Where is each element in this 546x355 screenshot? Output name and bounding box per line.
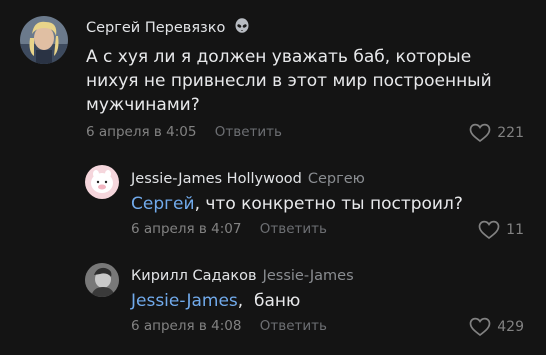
like-count: 429 [497, 319, 524, 335]
comment-meta: 6 апреля в 4:08 Ответить [131, 318, 327, 334]
mention-link[interactable]: Jessie-James [131, 291, 238, 311]
mention-link[interactable]: Сергей [131, 194, 195, 214]
reply-button[interactable]: Ответить [260, 318, 327, 334]
comment-text: Сергей, что конкретно ты построил? [131, 192, 521, 216]
like-count: 11 [506, 222, 524, 238]
like-count: 221 [497, 125, 524, 141]
author-name[interactable]: Кирилл Садаков [131, 268, 257, 284]
like-button[interactable]: 429 [469, 317, 524, 337]
reply-to-name[interactable]: Jessie-James [263, 268, 354, 284]
comment-date[interactable]: 6 апреля в 4:05 [86, 124, 196, 140]
comment-date[interactable]: 6 апреля в 4:07 [131, 221, 241, 237]
comment-author[interactable]: Кирилл Садаков Jessie-James [131, 268, 354, 284]
comment-author[interactable]: Jessie-James Hollywood Сергею [131, 171, 365, 187]
comment-date[interactable]: 6 апреля в 4:08 [131, 318, 241, 334]
alien-emoji-icon [234, 18, 250, 38]
comment-body: , баню [237, 291, 301, 311]
reply-button[interactable]: Ответить [260, 221, 327, 237]
avatar[interactable] [85, 263, 119, 297]
comment-author[interactable]: Сергей Перевязко [86, 18, 250, 38]
reply-to-name[interactable]: Сергею [308, 171, 365, 187]
author-name[interactable]: Сергей Перевязко [86, 20, 225, 36]
author-name[interactable]: Jessie-James Hollywood [131, 171, 302, 187]
comment-meta: 6 апреля в 4:05 Ответить [86, 124, 282, 140]
heart-icon [478, 220, 500, 240]
comment-meta: 6 апреля в 4:07 Ответить [131, 221, 327, 237]
heart-icon [469, 317, 491, 337]
reply-button[interactable]: Ответить [215, 124, 282, 140]
heart-icon [469, 123, 491, 143]
like-button[interactable]: 11 [478, 220, 524, 240]
comment-text: А с хуя ли я должен уважать баб, которые… [86, 45, 506, 117]
avatar[interactable] [20, 16, 68, 64]
comment-body: А с хуя ли я должен уважать баб, которые… [86, 47, 492, 115]
comment-text: Jessie-James, баню [131, 289, 521, 313]
comment-body: , что конкретно ты построил? [194, 194, 463, 214]
like-button[interactable]: 221 [469, 123, 524, 143]
avatar[interactable] [85, 165, 119, 199]
